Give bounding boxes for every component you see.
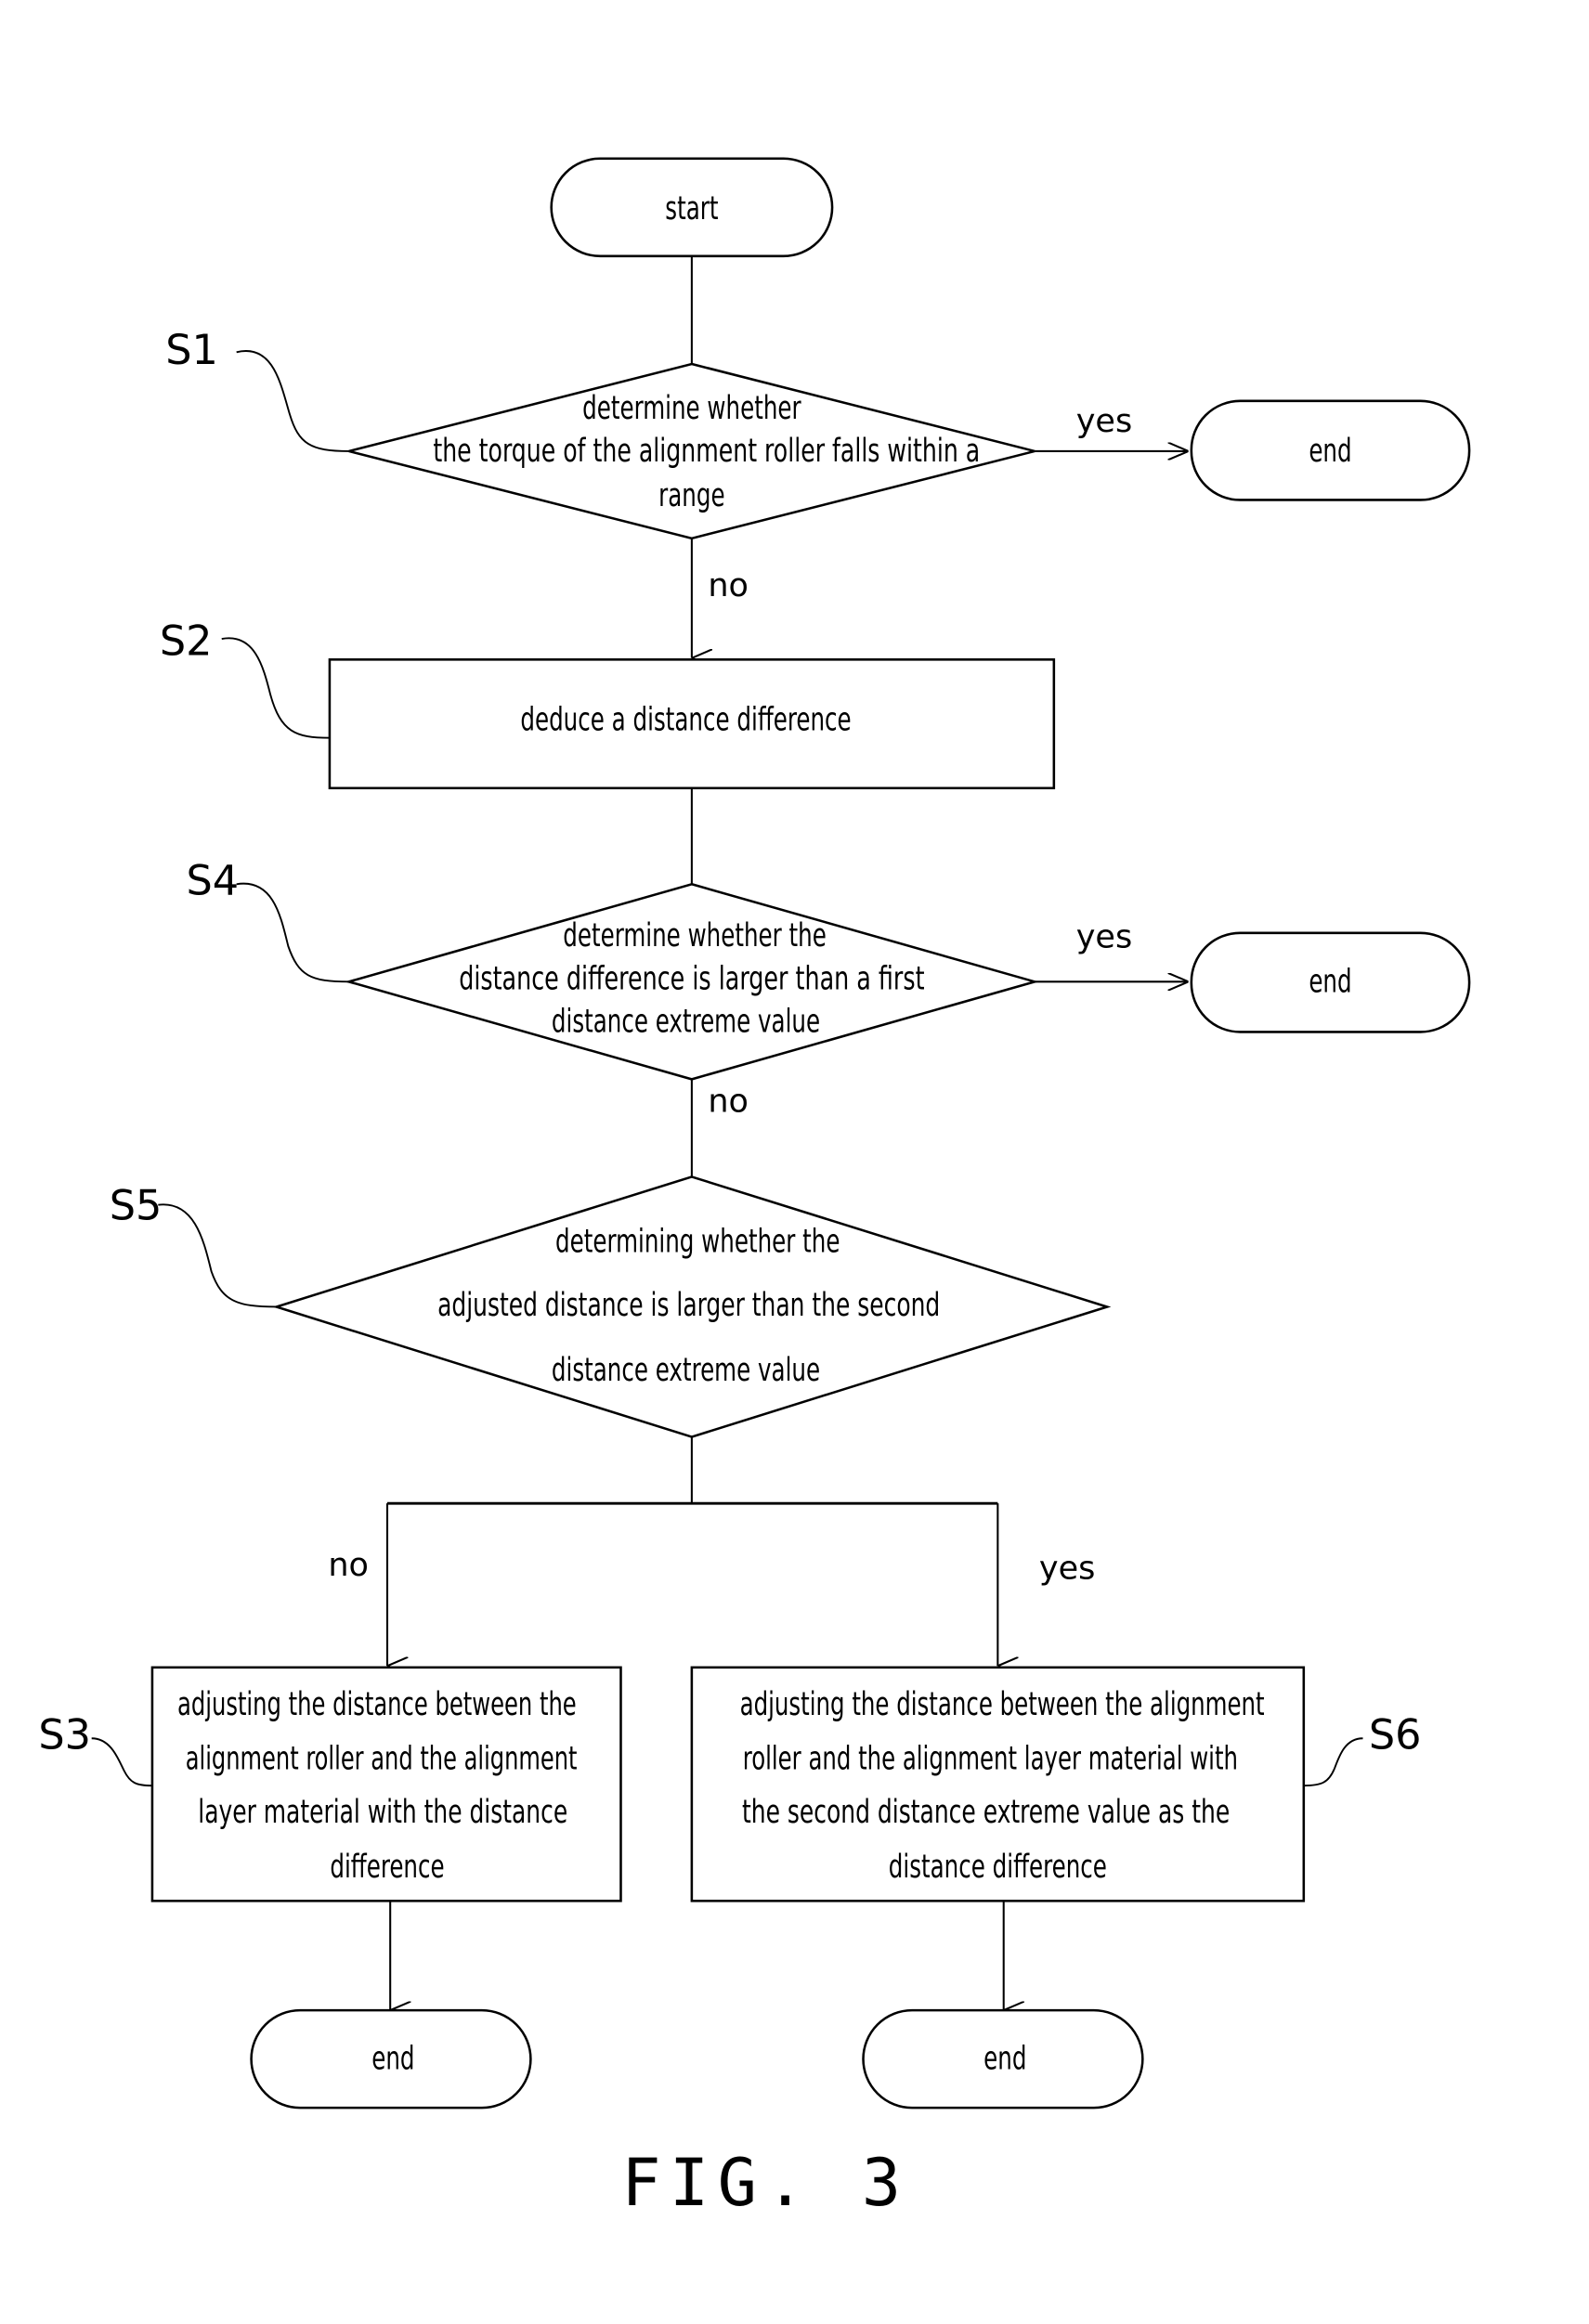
s2-process: deduce a distance difference [328, 658, 1056, 790]
end-terminator-1: end [1190, 399, 1471, 501]
figure-caption: FIG. 3 [621, 2145, 909, 2221]
end-text-4: end [983, 2041, 1026, 2078]
s4-line-2: distance difference is larger than a fir… [459, 960, 924, 997]
s4-step-label: S4 [187, 856, 240, 904]
end-text-2: end [1309, 963, 1351, 1000]
s5-decision: determining whether the adjusted distanc… [272, 1175, 1112, 1438]
start-text: start [665, 190, 718, 227]
s5-line-1: determining whether the [555, 1224, 840, 1261]
s1-line-1: determine whether [582, 390, 801, 427]
s5-step-label: S5 [110, 1182, 163, 1230]
end-text-3: end [371, 2041, 414, 2078]
end-text-1: end [1309, 433, 1351, 470]
s6-line-1: adjusting the distance between the align… [740, 1686, 1265, 1723]
s5-line-2: adjusted distance is larger than the sec… [437, 1287, 940, 1324]
s1-step-label: S1 [165, 326, 218, 374]
s4-line-3: distance extreme value [552, 1003, 820, 1040]
s6-line-4: distance difference [889, 1849, 1107, 1886]
end-terminator-4: end [862, 2008, 1144, 2110]
s3-line-4: difference [330, 1849, 444, 1886]
s4-decision: determine whether the distance differenc… [344, 882, 1039, 1081]
s6-leader-line [1303, 1737, 1363, 1787]
s1-line-2: the torque of the alignment roller falls… [433, 433, 980, 470]
s2-text: deduce a distance difference [520, 702, 851, 739]
s4-no-label: no [708, 1083, 749, 1120]
s5-no-label: no [328, 1547, 369, 1584]
s1-leader-line [236, 350, 349, 452]
s6-line-2: roller and the alignment layer material … [743, 1741, 1238, 1778]
s3-process: adjusting the distance between the align… [150, 1666, 622, 1902]
s2-leader-line [221, 637, 330, 739]
s6-step-label: S6 [1369, 1710, 1422, 1759]
s3-line-1: adjusting the distance between the [177, 1686, 577, 1723]
end-terminator-3: end [250, 2008, 532, 2110]
s4-yes-label: yes [1076, 919, 1132, 956]
s5-line-3: distance extreme value [552, 1352, 820, 1389]
s1-yes-label: yes [1076, 403, 1132, 440]
s5-yes-label: yes [1039, 1550, 1095, 1587]
s3-leader-line [91, 1737, 152, 1787]
s5-leader-line [158, 1203, 277, 1308]
flowchart: start determine whether the torque of th… [38, 157, 1471, 2221]
s4-line-1: determine whether the [563, 917, 827, 954]
start-terminator: start [550, 157, 834, 258]
s6-line-3: the second distance extreme value as the [742, 1794, 1230, 1831]
s1-line-3: range [658, 477, 724, 514]
s3-line-3: layer material with the distance [198, 1794, 567, 1831]
s1-decision: determine whether the torque of the alig… [348, 362, 1035, 540]
end-terminator-2: end [1190, 931, 1471, 1033]
s4-leader-line [236, 882, 349, 983]
s3-line-2: alignment roller and the alignment [186, 1741, 578, 1778]
s1-no-label: no [708, 567, 749, 604]
s3-step-label: S3 [38, 1710, 91, 1759]
s2-step-label: S2 [160, 617, 213, 666]
s6-process: adjusting the distance between the align… [690, 1666, 1306, 1902]
